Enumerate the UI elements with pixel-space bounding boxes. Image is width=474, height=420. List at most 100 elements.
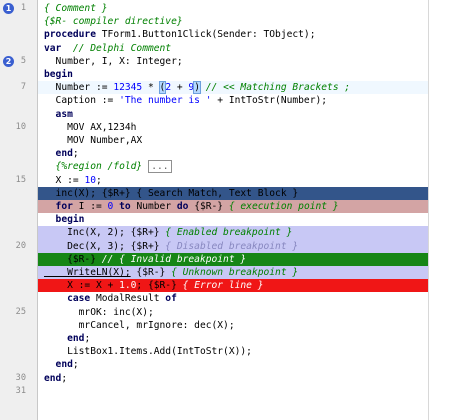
code-text: {$R- compiler directive} — [44, 15, 183, 28]
code-token: 1.0 — [119, 280, 137, 292]
code-text: Number := 12345 * (2 + 9) // << Matching… — [44, 81, 351, 95]
fold-collapsed-marker[interactable]: ... — [148, 160, 172, 174]
code-line[interactable]: Inc(X, 2); {$R+} { Enabled breakpoint } — [38, 226, 428, 240]
code-text: for I := 0 to Number do {$R-} { executio… — [44, 200, 339, 213]
code-line[interactable]: for I := 0 to Number do {$R-} { executio… — [38, 200, 428, 214]
code-token: Inc(X, 2); {$R+} — [44, 227, 166, 239]
code-line[interactable]: 30 end; — [0, 372, 474, 385]
code-token: X := X + — [44, 280, 120, 292]
code-token: mrCancel, mrIgnore: dec(X); — [44, 319, 235, 331]
code-token: {$R-} — [44, 253, 102, 265]
code-text: inc(X); {$R+} { Search Match, Text Block… — [44, 187, 299, 200]
code-token: 12345 — [113, 82, 143, 94]
code-token: 10 — [84, 174, 96, 186]
code-line[interactable]: 20 Dec(X, 3); {$R+} { Disabled breakpoin… — [16, 239, 428, 253]
code-line[interactable]: begin — [0, 213, 474, 226]
code-line[interactable]: 25 mrOK: inc(X); — [0, 306, 474, 319]
code-token: for — [44, 201, 79, 212]
code-token: + — [171, 82, 189, 94]
code-text: end; — [44, 358, 79, 371]
code-token: { Comment } — [44, 3, 108, 14]
code-text: Inc(X, 2); {$R+} { Enabled breakpoint } — [44, 226, 292, 239]
code-line[interactable]: end; — [0, 147, 474, 160]
code-text: Dec(X, 3); {$R+} { Disabled breakpoint } — [44, 240, 298, 253]
code-token: {%region /fold} — [44, 161, 143, 173]
code-text: WriteLN(X); {$R-} { Unknown breakpoint } — [44, 266, 298, 279]
code-line[interactable]: 15 X := 10; — [0, 174, 474, 187]
code-line[interactable]: {$R- compiler directive} — [0, 15, 474, 28]
code-line[interactable]: MOV Number,AX — [0, 134, 474, 147]
code-token: begin — [44, 69, 73, 80]
line-number: 7 — [20, 82, 26, 93]
code-line[interactable]: {$R-} // { Invalid breakpoint } — [38, 252, 428, 266]
code-text: ListBox1.Items.Add(IntToStr(X)); — [44, 345, 252, 358]
code-line[interactable]: Caption := 'The number is ' + IntToStr(N… — [0, 94, 474, 107]
code-token: end — [44, 333, 85, 344]
code-token: end — [44, 148, 73, 160]
code-line[interactable]: ListBox1.Items.Add(IntToStr(X)); — [0, 345, 474, 358]
code-token: of — [165, 293, 177, 305]
code-token: end — [44, 359, 73, 371]
line-number: 31 — [15, 385, 26, 396]
code-line[interactable]: X := X + 1.0; {$R-} { Error line } — [38, 279, 428, 293]
code-token: { Enabled breakpoint } — [165, 227, 293, 239]
code-line[interactable]: 1 1{ Comment } — [0, 2, 474, 15]
code-line[interactable]: case ModalResult of — [0, 292, 474, 305]
code-line[interactable]: 31 — [0, 385, 474, 398]
code-token: {$R- compiler directive} — [44, 16, 183, 28]
code-line[interactable]: end; — [0, 358, 474, 371]
code-text: end; — [44, 332, 90, 345]
code-line[interactable]: end; — [0, 332, 474, 345]
code-token: case — [44, 293, 96, 305]
code-token: { Unknown breakpoint } — [171, 267, 299, 278]
code-text: begin — [44, 213, 85, 226]
code-token: ; — [84, 333, 91, 344]
code-line[interactable]: 52 Number, I, X: Integer; — [0, 55, 474, 68]
code-token: WriteLN(X); — [44, 267, 131, 278]
code-line[interactable]: var // Delphi Comment — [0, 42, 474, 55]
code-text: Caption := 'The number is ' + IntToStr(N… — [44, 94, 328, 107]
code-line[interactable]: mrCancel, mrIgnore: dec(X); — [0, 319, 474, 332]
code-line[interactable]: WriteLN(X); {$R-} { Unknown breakpoint } — [38, 266, 428, 280]
code-line[interactable]: 7 Number := 12345 * (2 + 9) // << Matchi… — [21, 81, 428, 95]
code-line[interactable]: procedure TForm1.Button1Click(Sender: TO… — [0, 28, 474, 41]
code-token: begin — [44, 214, 85, 226]
code-token: inc(X); {$R+} { Search Match, Text Block… — [44, 187, 299, 199]
code-token: ListBox1.Items.Add(IntToStr(X)); — [44, 346, 252, 358]
code-token: procedure — [44, 29, 102, 41]
code-line[interactable]: inc(X); {$R+} { Search Match, Text Block… — [38, 186, 428, 200]
code-text: var // Delphi Comment — [44, 42, 171, 55]
code-text: X := X + 1.0; {$R-} { Error line } — [44, 279, 264, 292]
code-token: ; — [61, 372, 68, 384]
bookmark-icon[interactable]: 1 — [3, 3, 14, 14]
code-token: * — [142, 82, 160, 94]
code-token: Caption := — [44, 95, 120, 107]
code-text: {%region /fold}... — [44, 160, 172, 174]
code-token: Number := — [44, 82, 114, 94]
code-text: MOV AX,1234h — [44, 121, 136, 134]
code-text: procedure TForm1.Button1Click(Sender: TO… — [44, 28, 315, 41]
line-number: 15 — [15, 174, 26, 185]
code-token: ; {$R-} — [136, 280, 183, 292]
bookmark-icon[interactable]: 2 — [3, 55, 14, 67]
code-line[interactable]: asm — [0, 108, 474, 121]
code-line[interactable]: 10 MOV AX,1234h — [0, 121, 474, 134]
code-token: { Error line } — [182, 280, 264, 292]
code-token: + IntToStr(Number); — [211, 95, 328, 107]
code-token: do — [176, 201, 195, 212]
code-line[interactable]: begin — [0, 68, 474, 81]
code-token: // << Matching Brackets ; — [199, 82, 351, 94]
code-text: {$R-} // { Invalid breakpoint } — [44, 253, 246, 266]
code-token: var — [44, 42, 68, 54]
code-line[interactable]: {%region /fold}... — [0, 160, 474, 174]
code-token: asm — [44, 108, 73, 120]
code-token: MOV Number,AX — [44, 135, 143, 146]
code-token: {$R-} — [130, 267, 172, 278]
code-text: { Comment } — [44, 2, 108, 15]
code-text: MOV Number,AX — [44, 134, 142, 147]
code-text: mrOK: inc(X); — [44, 306, 154, 319]
code-token: 'The number is ' — [119, 95, 212, 107]
code-token: to — [113, 201, 137, 212]
code-token: { Disabled breakpoint } — [165, 240, 299, 252]
code-text: X := 10; — [44, 174, 102, 187]
